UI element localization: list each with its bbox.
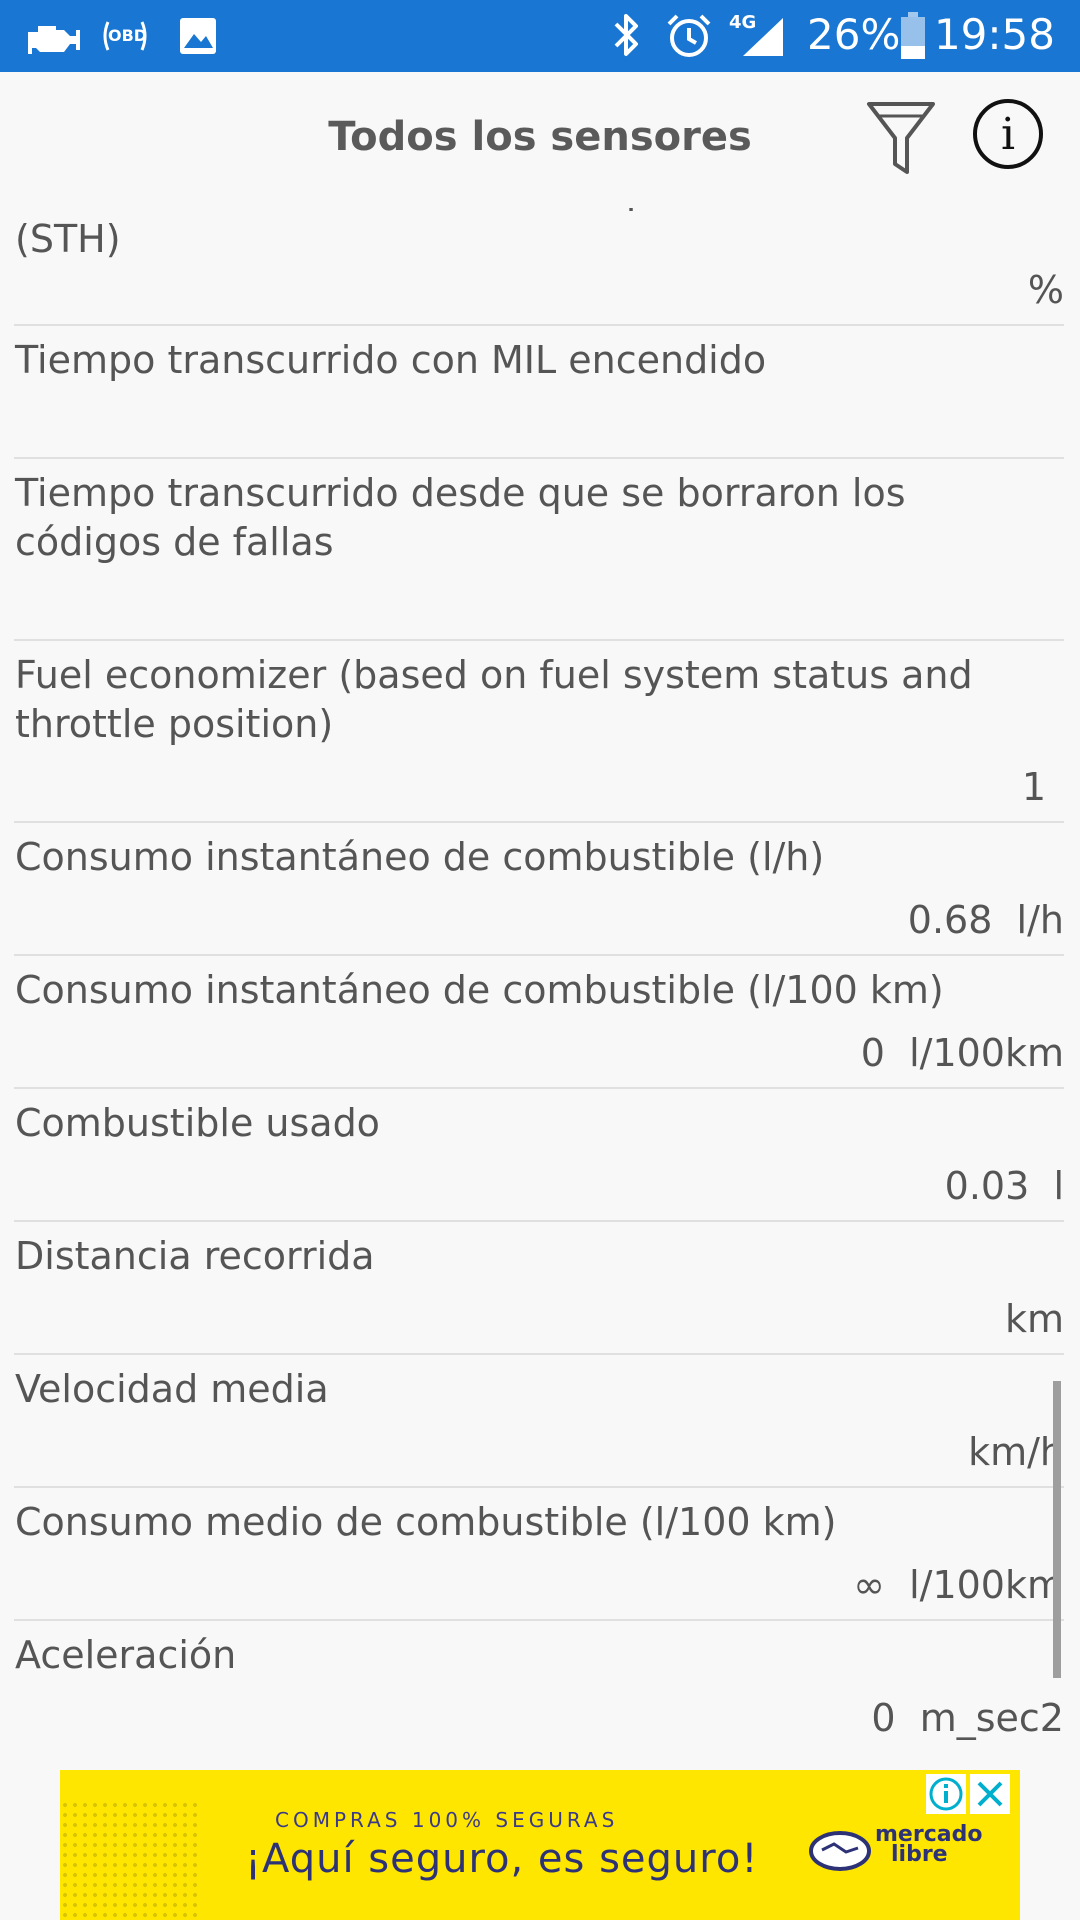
scrollbar-thumb[interactable] (1053, 1381, 1061, 1678)
mercadolibre-logo: mercado libre (875, 1824, 982, 1867)
sensor-list[interactable]: Actuador comandado de la mariposa de adm… (0, 208, 1080, 1768)
sensor-name: Consumo instantáneo de combustible (l/10… (15, 968, 944, 1012)
sensor-name: Distancia recorrida (15, 1234, 375, 1278)
sensor-value: km (1004, 1297, 1064, 1341)
close-icon[interactable] (970, 1774, 1010, 1814)
sensor-row[interactable]: Velocidad media km/h (14, 1355, 1064, 1488)
sensor-row[interactable]: Fuel economizer (based on fuel system st… (14, 641, 1064, 823)
ad-kicker: COMPRAS 100% SEGURAS (275, 1808, 619, 1832)
sensor-name: Tiempo transcurrido desde que se borraro… (15, 471, 906, 564)
sensor-value: % (1027, 268, 1064, 312)
sensor-name: Tiempo transcurrido con MIL encendido (15, 338, 767, 382)
sensor-name: Combustible usado (15, 1101, 380, 1145)
sensor-value: 0.68 l/h (907, 898, 1064, 942)
sensor-name: Actuador comandado de la mariposa de adm… (15, 208, 961, 261)
sensor-value: 0 l/100km (860, 1031, 1064, 1075)
filter-icon[interactable] (865, 98, 937, 178)
sensor-name: Fuel economizer (based on fuel system st… (15, 653, 973, 746)
image-icon (180, 18, 216, 54)
ad-pattern (60, 1800, 200, 1920)
obd-label: OBD (108, 26, 148, 45)
bluetooth-icon (614, 14, 638, 56)
sensor-row[interactable]: Distancia recorrida km (14, 1222, 1064, 1355)
sensor-row[interactable]: Consumo instantáneo de combustible (l/10… (14, 956, 1064, 1089)
alarm-icon (667, 14, 711, 57)
ad-choices-icon[interactable] (926, 1774, 966, 1814)
sensor-row[interactable]: Combustible usado 0.03 l (14, 1089, 1064, 1222)
sensor-value: 0 m_sec2 (871, 1696, 1064, 1740)
ad-headline: ¡Aquí seguro, es seguro! (245, 1836, 759, 1882)
info-icon[interactable]: i (973, 99, 1043, 169)
sensor-value: 0.03 l (944, 1164, 1064, 1208)
sensor-name: Consumo medio de combustible (l/100 km) (15, 1500, 837, 1544)
sensor-row[interactable]: Consumo instantáneo de combustible (l/h)… (14, 823, 1064, 956)
logo-line-2: libre (891, 1842, 948, 1867)
sensor-row[interactable]: Tiempo transcurrido con MIL encendido (14, 326, 1064, 459)
check-engine-icon (28, 26, 80, 54)
signal-4g-icon: 4G (727, 10, 787, 60)
sensor-name: Consumo instantáneo de combustible (l/h) (15, 835, 825, 879)
sensor-name: Velocidad media (15, 1367, 329, 1411)
sensor-value: ∞ l/100km (853, 1563, 1064, 1607)
sensor-row[interactable]: Aceleración 0 m_sec2 (14, 1621, 1064, 1768)
app-bar: Todos los sensores i (0, 72, 1080, 208)
sensor-row[interactable]: Consumo medio de combustible (l/100 km) … (14, 1488, 1064, 1621)
status-bar: OBD 4G 26% 19:58 (0, 0, 1080, 72)
sensor-value: 1 (1021, 765, 1046, 809)
battery-icon (901, 12, 925, 59)
clock: 19:58 (933, 10, 1055, 59)
handshake-icon (809, 1831, 871, 1871)
sensor-row[interactable]: Tiempo transcurrido desde que se borraro… (14, 459, 1064, 641)
sensor-name: Aceleración (15, 1633, 237, 1677)
sensor-value: km/h (968, 1430, 1064, 1474)
sensor-row[interactable]: Actuador comandado de la mariposa de adm… (14, 208, 1064, 326)
obd-icon: OBD (100, 16, 150, 56)
battery-percentage: 26% (807, 10, 901, 59)
ad-banner[interactable]: COMPRAS 100% SEGURAS ¡Aquí seguro, es se… (60, 1770, 1020, 1920)
